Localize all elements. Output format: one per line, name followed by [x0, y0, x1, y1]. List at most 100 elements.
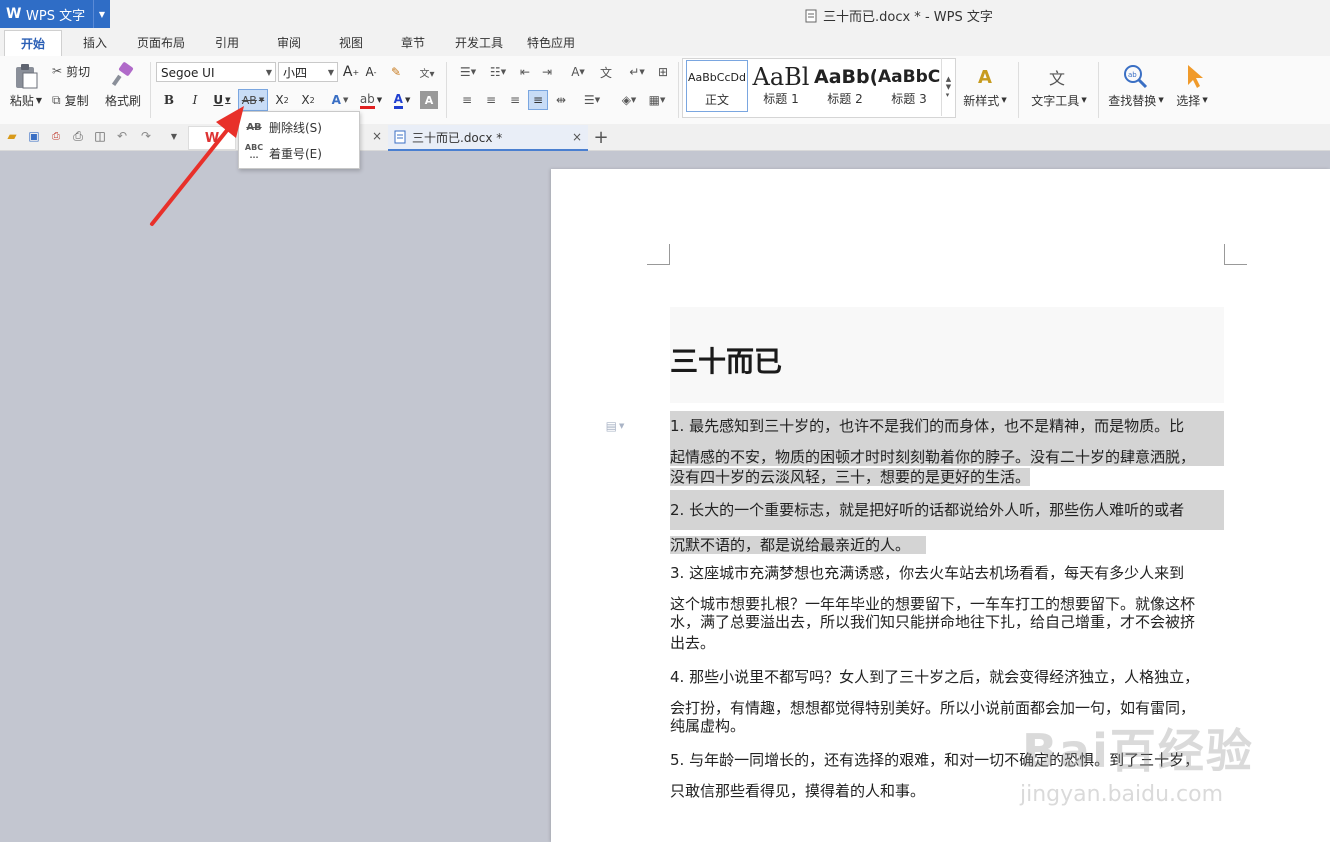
document-icon: [805, 9, 817, 22]
highlight-color-icon[interactable]: ab ▼: [356, 91, 386, 109]
tab-special[interactable]: 特色应用: [520, 30, 582, 56]
style-normal[interactable]: AaBbCcDd 正文: [686, 60, 748, 112]
cut-button[interactable]: ✂ 剪切: [52, 63, 100, 79]
superscript-icon[interactable]: X2: [272, 91, 292, 109]
text-line: 起情感的不安，物质的困顿才时时刻刻勒着你的脖子。没有二十岁的肆意洒脱，: [670, 442, 1224, 466]
document-title[interactable]: 三十而已: [670, 340, 782, 380]
font-color-icon[interactable]: A ▼: [388, 91, 416, 109]
text-tools-button[interactable]: 文字工具 ▼: [1026, 92, 1092, 108]
tab-view[interactable]: 视图: [326, 30, 376, 56]
line-spacing-icon[interactable]: ☰ ▼: [578, 91, 606, 109]
justify-icon[interactable]: ≡: [528, 90, 548, 110]
text-line: 没有四十岁的云淡风轻，三十，想要的是更好的生活。: [670, 468, 1031, 486]
align-left-icon[interactable]: ≡: [458, 91, 476, 109]
copy-button[interactable]: ⧉ 复制: [52, 92, 100, 108]
tab-insert[interactable]: 插入: [70, 30, 120, 56]
font-size-select[interactable]: 小四 ▼: [278, 62, 338, 82]
text-line: 沉默不语的，都是说给最亲近的人。: [670, 536, 927, 554]
borders-icon[interactable]: ▦ ▼: [644, 91, 670, 109]
text-line: 水，满了总要溢出去，所以我们知只能拼命地往下扎，给自己增重，才不会被挤: [670, 613, 1196, 631]
tab-home[interactable]: 开始: [4, 30, 62, 57]
watermark-url: jingyan.baidu.com: [1020, 782, 1224, 807]
style-name: 标题 2: [827, 92, 863, 106]
document-tab-label: 三十而已.docx *: [412, 130, 503, 145]
open-folder-icon[interactable]: ▰: [4, 128, 20, 144]
distributed-icon[interactable]: ⇹: [552, 91, 570, 109]
print-preview-icon[interactable]: ◫: [92, 128, 108, 144]
find-replace-button[interactable]: 查找替换 ▼: [1104, 92, 1168, 108]
window-title: 三十而已.docx * - WPS 文字: [805, 6, 993, 25]
paragraph-3[interactable]: 3. 这座城市充满梦想也充满诱惑，你去火车站去机场看看，每天有多少人来到 这个城…: [670, 558, 1224, 654]
text-effect-icon[interactable]: A ▼: [326, 91, 354, 109]
menu-item-label: 着重号(E): [269, 146, 322, 161]
tab-page-layout[interactable]: 页面布局: [130, 30, 192, 56]
save-icon[interactable]: ▣: [26, 128, 42, 144]
close-icon[interactable]: ×: [370, 128, 384, 144]
bullets-icon[interactable]: ☰ ▼: [454, 63, 482, 81]
change-case-icon[interactable]: A ▼: [564, 63, 592, 81]
new-style-button[interactable]: 新样式 ▼: [958, 92, 1012, 108]
character-shading-icon[interactable]: A: [420, 91, 438, 109]
align-center-icon[interactable]: ≡: [482, 91, 500, 109]
paragraph-2[interactable]: 2. 长大的一个重要标志，就是把好听的话都说给外人听，那些伤人难听的或者 沉默不…: [670, 490, 1224, 561]
show-marks-icon[interactable]: ↵ ▼: [624, 63, 650, 81]
divider: [678, 62, 679, 118]
print-icon[interactable]: ⎙: [70, 128, 86, 144]
style-heading-2[interactable]: AaBb( 标题 2: [814, 60, 876, 112]
tab-chapter[interactable]: 章节: [388, 30, 438, 56]
clear-format-icon[interactable]: ✎: [386, 63, 406, 81]
app-menu-button[interactable]: W WPS 文字 ▼: [0, 0, 110, 28]
document-tab[interactable]: 三十而已.docx * ×: [388, 125, 588, 151]
paste-button[interactable]: 粘贴 ▼: [6, 92, 46, 108]
export-pdf-icon[interactable]: ⎙: [48, 128, 64, 144]
format-painter-button[interactable]: 格式刷: [102, 92, 144, 108]
style-sample: AaBbC: [878, 67, 940, 87]
menu-bar: [0, 28, 1330, 57]
text-line: 3. 这座城市充满梦想也充满诱惑，你去火车站去机场看看，每天有多少人来到: [670, 564, 1185, 582]
text-line: 4. 那些小说里不都写吗？女人到了三十岁之后，就会变得经济独立，人格独立，: [670, 668, 1200, 686]
style-sample: AaBb(: [814, 66, 876, 88]
baidu-jingyan-logo: Bai百经验: [1022, 724, 1254, 778]
format-painter-icon[interactable]: [110, 62, 136, 88]
paragraph-1[interactable]: 1. 最先感知到三十岁的，也许不是我们的而身体，也不是精神，而是物质。比 起情感…: [670, 411, 1224, 488]
app-name: WPS 文字: [26, 8, 86, 24]
paragraph-marker-icon[interactable]: ▤ ▼: [602, 418, 628, 434]
new-tab-icon[interactable]: +: [592, 127, 610, 148]
tab-developer[interactable]: 开发工具: [448, 30, 510, 56]
shrink-font-icon[interactable]: A-: [362, 63, 380, 81]
chevron-down-icon: ▼: [327, 68, 334, 77]
scissors-icon: ✂: [52, 64, 63, 78]
tab-review[interactable]: 审阅: [264, 30, 314, 56]
shading-icon[interactable]: ◈ ▼: [614, 91, 644, 109]
align-right-icon[interactable]: ≡: [506, 91, 524, 109]
new-style-icon: A: [978, 66, 992, 88]
select-button[interactable]: 选择 ▼: [1172, 92, 1212, 108]
style-name: 标题 3: [891, 92, 927, 106]
paste-icon[interactable]: [12, 62, 40, 90]
new-style-label: 新样式: [963, 93, 1000, 108]
style-heading-3[interactable]: AaBbC 标题 3: [878, 60, 940, 112]
margin-marker: [647, 244, 670, 265]
chinese-layout-icon[interactable]: 文: [596, 63, 616, 81]
wps-logo-icon: W: [6, 6, 22, 22]
divider: [1098, 62, 1099, 118]
numbering-icon[interactable]: ☷ ▼: [484, 63, 512, 81]
grow-font-icon[interactable]: A +: [342, 63, 360, 81]
margin-marker: [1224, 244, 1247, 265]
table-icon[interactable]: ⊞: [654, 63, 672, 81]
style-heading-1[interactable]: AaBl 标题 1: [750, 60, 812, 112]
close-icon[interactable]: ×: [572, 130, 582, 144]
font-name-select[interactable]: Segoe UI ▼: [156, 62, 276, 82]
decrease-indent-icon[interactable]: ⇤: [516, 63, 534, 81]
phonetic-guide-icon[interactable]: 文▾: [412, 63, 442, 81]
find-replace-label: 查找替换: [1108, 93, 1157, 108]
styles-scroll[interactable]: ▲ ▼ ▾: [941, 58, 955, 116]
chevron-down-icon[interactable]: ▼: [93, 0, 110, 28]
undo-icon[interactable]: ↶: [114, 128, 130, 144]
increase-indent-icon[interactable]: ⇥: [538, 63, 556, 81]
menu-item-label: 删除线(S): [269, 120, 322, 135]
tab-references[interactable]: 引用: [202, 30, 252, 56]
subscript-icon[interactable]: X2: [298, 91, 318, 109]
text-line: 出去。: [670, 634, 716, 652]
text-tools-label: 文字工具: [1031, 93, 1080, 108]
